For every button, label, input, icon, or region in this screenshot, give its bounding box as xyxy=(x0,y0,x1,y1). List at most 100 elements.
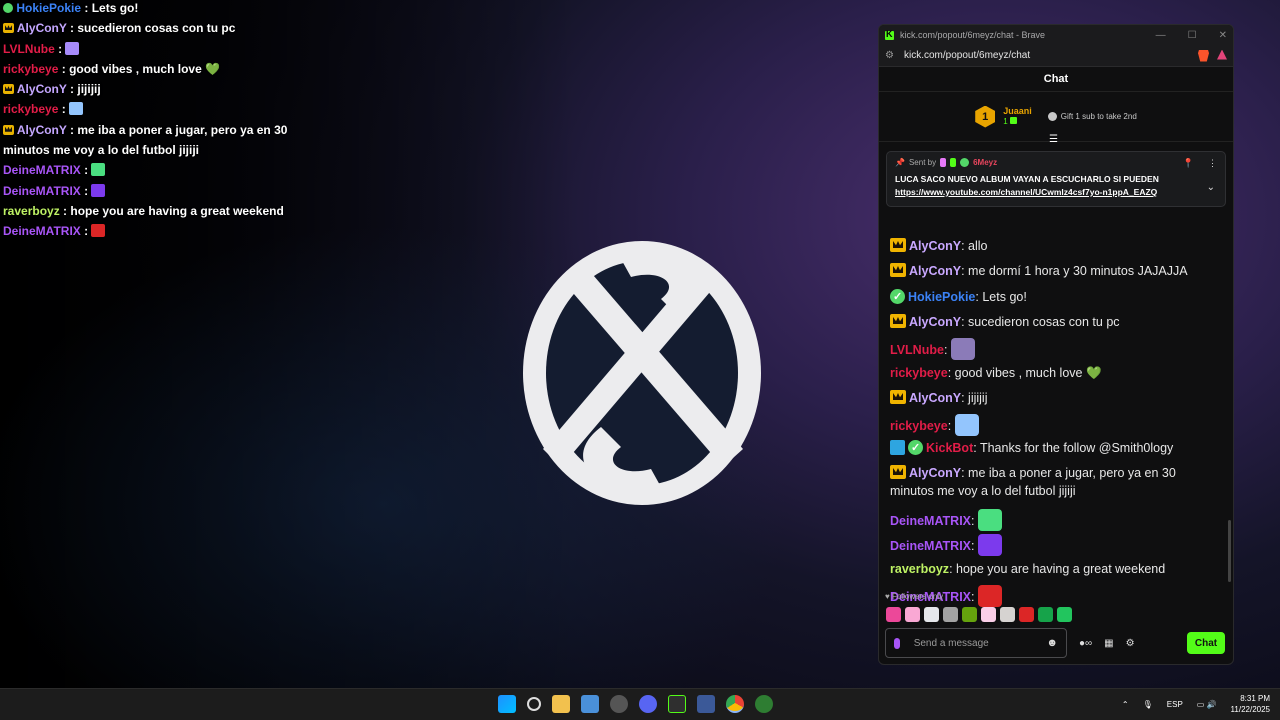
address-bar[interactable]: ⚙ kick.com/popout/6meyz/chat xyxy=(879,45,1233,67)
emote-quick[interactable] xyxy=(943,607,958,622)
chevron-down-icon[interactable]: ⌄ xyxy=(1207,182,1215,193)
send-chat-button[interactable]: Chat xyxy=(1187,632,1225,654)
emote-icon[interactable] xyxy=(954,414,979,436)
crown-badge-icon[interactable] xyxy=(890,314,906,328)
chevron-up-icon[interactable]: ⌃ xyxy=(1122,700,1129,709)
chat-message[interactable]: AlyConY: sucedieron cosas con tu pc xyxy=(890,313,1190,331)
crown-badge-icon[interactable] xyxy=(890,465,906,479)
language-indicator[interactable]: ESP xyxy=(1167,700,1183,709)
crown-badge-icon xyxy=(3,124,14,135)
chat-username[interactable]: AlyConY xyxy=(909,466,961,480)
chat-message[interactable]: AlyConY: me dormí 1 hora y 30 minutos JA… xyxy=(890,262,1190,280)
xbox-icon[interactable] xyxy=(755,695,773,713)
pinned-message[interactable]: 📌 Sent by 6Meyz LUCA SACO NUEVO ALBUM VA… xyxy=(886,151,1226,207)
message-input-box[interactable]: ☻ xyxy=(885,628,1067,658)
emote-quick[interactable] xyxy=(981,607,996,622)
url-text[interactable]: kick.com/popout/6meyz/chat xyxy=(904,50,1030,61)
mic-icon[interactable] xyxy=(894,637,900,649)
crown-badge-icon[interactable] xyxy=(890,390,906,404)
more-options-icon[interactable]: ⋮ xyxy=(1208,158,1217,169)
chat-message[interactable]: AlyConY: me iba a poner a jugar, pero ya… xyxy=(890,464,1190,500)
pinned-link[interactable]: https://www.youtube.com/channel/UCwmlz4c… xyxy=(895,187,1217,197)
chat-message[interactable]: HokiePokie: Lets go! xyxy=(890,288,1190,306)
network-volume-icons[interactable]: ▭ 🔊 xyxy=(1197,700,1217,709)
chat-popout-window: kick.com/popout/6meyz/chat - Brave — ☐ ✕… xyxy=(878,24,1234,665)
gifter-count: 1 xyxy=(1003,117,1032,127)
brave-shields-icon[interactable] xyxy=(1198,49,1209,62)
unpin-icon[interactable]: 📍 xyxy=(1183,158,1194,169)
emote-quick[interactable] xyxy=(962,607,977,622)
file-explorer-icon[interactable] xyxy=(552,695,570,713)
chat-username[interactable]: AlyConY xyxy=(909,315,961,329)
chat-username[interactable]: AlyConY xyxy=(909,239,961,253)
chat-username[interactable]: AlyConY xyxy=(909,264,961,278)
obs-icon[interactable] xyxy=(610,695,628,713)
emote-quick[interactable] xyxy=(1000,607,1015,622)
chat-message[interactable]: rickybeye: xyxy=(890,414,1190,436)
chat-scrollbar[interactable] xyxy=(1228,520,1231,582)
pinned-sender[interactable]: 6Meyz xyxy=(973,158,997,167)
window-titlebar[interactable]: kick.com/popout/6meyz/chat - Brave — ☐ ✕ xyxy=(879,25,1233,45)
chat-message[interactable]: DeineMATRIX: xyxy=(890,509,1190,531)
chat-message[interactable]: AlyConY: jijijij xyxy=(890,389,1190,407)
chat-username[interactable]: DeineMATRIX xyxy=(890,514,971,528)
search-icon[interactable] xyxy=(527,697,541,711)
bot-badge-icon[interactable] xyxy=(890,440,905,455)
chat-message[interactable]: KickBot: Thanks for the follow @Smith0lo… xyxy=(890,439,1190,457)
emote-quick[interactable] xyxy=(905,607,920,622)
site-settings-icon[interactable]: ⚙ xyxy=(885,50,894,61)
chat-username[interactable]: raverboyz xyxy=(890,562,949,576)
settings-gear-icon[interactable]: ⚙ xyxy=(1126,638,1135,649)
followers-only-notice: ♥ Followers only xyxy=(885,592,944,601)
badge-icon xyxy=(950,158,957,167)
brave-rewards-icon[interactable] xyxy=(1217,49,1227,60)
chat-username[interactable]: rickybeye xyxy=(890,366,948,380)
chat-message[interactable]: LVLNube: xyxy=(890,338,1190,360)
chat-message[interactable]: DeineMATRIX: xyxy=(890,534,1190,556)
store-app-icon[interactable] xyxy=(581,695,599,713)
verified-badge-icon[interactable] xyxy=(890,288,905,306)
emote-quick[interactable] xyxy=(1057,607,1072,622)
system-clock[interactable]: 8:31 PM 11/22/2025 xyxy=(1231,693,1270,715)
gift-icon xyxy=(1047,112,1057,121)
chat-username[interactable]: DeineMATRIX xyxy=(890,539,971,553)
crown-badge-icon[interactable] xyxy=(890,238,906,252)
emote-quick[interactable] xyxy=(886,607,901,622)
chat-username[interactable]: KickBot xyxy=(926,441,973,455)
gift-hint[interactable]: Gift 1 sub to take 2nd xyxy=(1047,112,1137,121)
chat-username[interactable]: HokiePokie xyxy=(908,290,975,304)
message-input[interactable] xyxy=(913,637,1047,649)
chat-message[interactable]: raverboyz: hope you are having a great w… xyxy=(890,560,1190,578)
verified-badge-icon[interactable] xyxy=(908,439,923,457)
chrome-icon[interactable] xyxy=(726,695,744,713)
chat-username[interactable]: rickybeye xyxy=(890,419,948,433)
emote-quick[interactable] xyxy=(1038,607,1053,622)
terminal-icon[interactable] xyxy=(668,695,686,713)
start-icon[interactable] xyxy=(498,695,516,713)
chat-message[interactable]: AlyConY: allo xyxy=(890,237,1190,255)
overlay-chat-line: AlyConY : me iba a poner a jugar, pero y… xyxy=(3,122,288,158)
minimize-icon[interactable]: — xyxy=(1156,30,1166,41)
chat-username[interactable]: AlyConY xyxy=(909,391,961,405)
discord-icon[interactable] xyxy=(639,695,657,713)
gifter-name[interactable]: Juaani xyxy=(1003,106,1032,117)
mic-tray-icon[interactable]: 🎙 xyxy=(1143,700,1153,709)
chat-username[interactable]: LVLNube xyxy=(890,343,944,357)
maximize-icon[interactable]: ☐ xyxy=(1188,30,1197,41)
chat-message[interactable]: rickybeye: good vibes , much love 💚 xyxy=(890,364,1190,382)
emote-icon[interactable] xyxy=(950,338,975,360)
kicks-icon[interactable]: ●∞ xyxy=(1079,638,1092,649)
crown-badge-icon[interactable] xyxy=(890,263,906,277)
close-icon[interactable]: ✕ xyxy=(1219,30,1227,41)
emote-quick[interactable] xyxy=(1019,607,1034,622)
heart-icon: ♥ xyxy=(885,592,890,601)
app-icon[interactable] xyxy=(697,695,715,713)
chat-header: Chat xyxy=(879,67,1233,92)
emote-icon[interactable] xyxy=(977,585,1002,607)
emoji-picker-icon[interactable]: ☻ xyxy=(1046,637,1058,649)
store-icon[interactable]: ▦ xyxy=(1104,638,1113,649)
emote-quick[interactable] xyxy=(924,607,939,622)
emote-icon[interactable] xyxy=(977,534,1002,556)
top-gifter-banner[interactable]: 1 Juaani 1 Gift 1 sub to take 2nd ☰ xyxy=(879,92,1233,145)
emote-icon[interactable] xyxy=(977,509,1002,531)
